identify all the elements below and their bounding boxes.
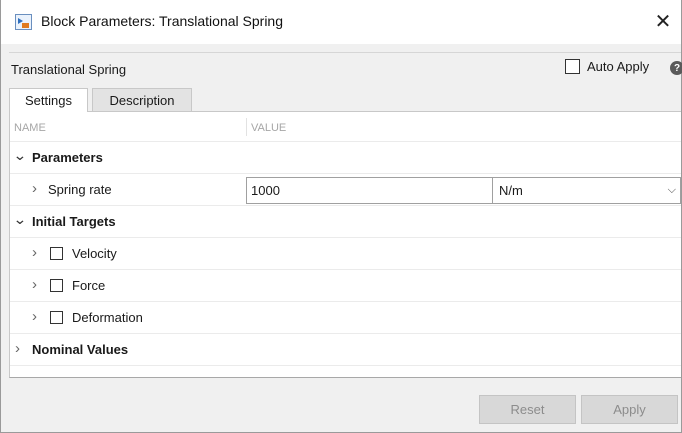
chevron-right-icon[interactable]: › bbox=[32, 244, 37, 261]
chevron-down-icon[interactable]: ⌄ bbox=[13, 211, 27, 228]
velocity-label: Velocity bbox=[72, 246, 117, 261]
target-deformation: › Deformation bbox=[10, 302, 681, 334]
column-header: NAME VALUE bbox=[10, 112, 681, 142]
force-label: Force bbox=[72, 278, 106, 293]
column-divider bbox=[246, 118, 247, 136]
column-value-header: VALUE bbox=[251, 122, 287, 134]
apply-button[interactable]: Apply bbox=[581, 395, 678, 424]
window-title: Block Parameters: Translational Spring bbox=[41, 13, 283, 29]
spring-rate-label: Spring rate bbox=[48, 182, 112, 197]
spring-rate-unit-dropdown[interactable]: N/m ⌵ bbox=[493, 177, 681, 204]
chevron-down-icon[interactable]: ⌄ bbox=[13, 147, 27, 164]
block-header: Translational Spring Auto Apply ? bbox=[9, 52, 682, 84]
column-name-header: NAME bbox=[14, 122, 46, 134]
deformation-label: Deformation bbox=[72, 310, 143, 325]
group-nominal-values[interactable]: › Nominal Values bbox=[10, 334, 681, 366]
simulink-block-icon bbox=[15, 14, 32, 30]
title-bar: Block Parameters: Translational Spring ✕ bbox=[1, 0, 681, 44]
auto-apply-label: Auto Apply bbox=[587, 59, 650, 74]
chevron-right-icon[interactable]: › bbox=[15, 340, 20, 357]
velocity-checkbox[interactable] bbox=[50, 247, 63, 260]
reset-button[interactable]: Reset bbox=[479, 395, 576, 424]
dropdown-arrow-icon[interactable]: ⌵ bbox=[668, 178, 676, 203]
spring-rate-unit-value: N/m bbox=[499, 183, 523, 198]
auto-apply-checkbox[interactable] bbox=[565, 59, 580, 74]
group-parameters-label: Parameters bbox=[32, 150, 103, 165]
chevron-right-icon[interactable]: › bbox=[32, 180, 37, 197]
tab-description[interactable]: Description bbox=[92, 88, 192, 112]
tab-settings[interactable]: Settings bbox=[9, 88, 88, 113]
group-parameters[interactable]: ⌄ Parameters bbox=[10, 142, 681, 174]
close-icon[interactable]: ✕ bbox=[651, 9, 675, 33]
chevron-right-icon[interactable]: › bbox=[32, 276, 37, 293]
chevron-right-icon[interactable]: › bbox=[32, 308, 37, 325]
target-velocity: › Velocity bbox=[10, 238, 681, 270]
group-nominal-values-label: Nominal Values bbox=[32, 342, 129, 357]
param-spring-rate: › Spring rate 1000 N/m ⌵ bbox=[10, 174, 681, 206]
force-checkbox[interactable] bbox=[50, 279, 63, 292]
tab-bar: Settings Description bbox=[9, 88, 681, 113]
block-parameters-dialog: Block Parameters: Translational Spring ✕… bbox=[0, 0, 682, 433]
help-icon[interactable]: ? bbox=[670, 61, 682, 75]
target-force: › Force bbox=[10, 270, 681, 302]
group-initial-targets[interactable]: ⌄ Initial Targets bbox=[10, 206, 681, 238]
auto-apply-toggle[interactable]: Auto Apply bbox=[565, 59, 649, 74]
spring-rate-value-input[interactable]: 1000 bbox=[246, 177, 493, 204]
block-name: Translational Spring bbox=[11, 62, 127, 77]
dialog-footer: Reset Apply bbox=[9, 384, 681, 433]
group-initial-targets-label: Initial Targets bbox=[32, 214, 116, 229]
deformation-checkbox[interactable] bbox=[50, 311, 63, 324]
settings-panel: NAME VALUE ⌄ Parameters › Spring rate 10… bbox=[9, 112, 681, 378]
